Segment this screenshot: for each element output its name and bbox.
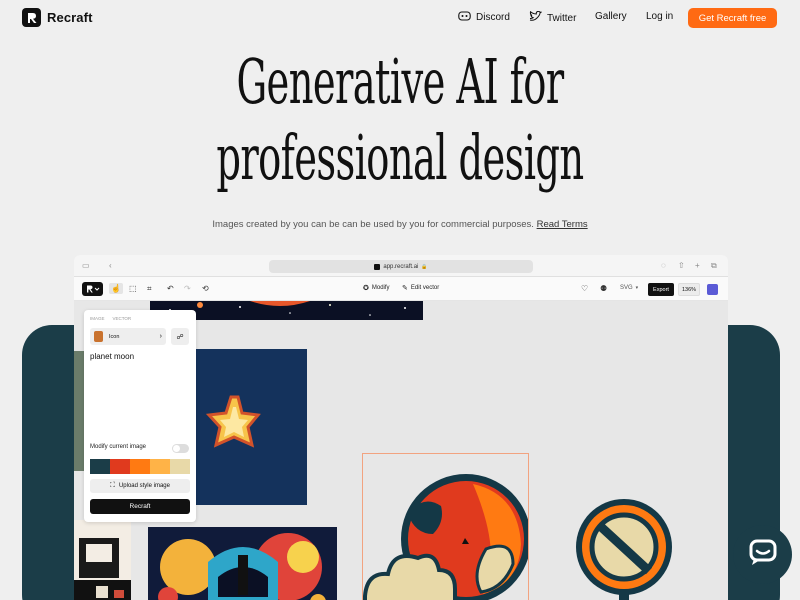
lock-icon: 🔒: [421, 263, 428, 270]
brand-name: Recraft: [47, 10, 93, 25]
get-recraft-free-button[interactable]: Get Recraft free: [688, 8, 777, 28]
nav-gallery-label: Gallery: [595, 11, 627, 22]
prohibited-sign-illustration[interactable]: [569, 495, 679, 600]
style-selector[interactable]: Icon ›: [90, 328, 166, 345]
browser-bar: ▭ ‹ app.recraft.ai 🔒 ◌ ⇧ + ⧉: [74, 255, 728, 277]
top-nav: Recraft Discord Twitter Gallery Log in G…: [0, 0, 800, 36]
palette-swatch[interactable]: [130, 459, 150, 474]
share-icon[interactable]: ⇧: [678, 261, 685, 271]
discord-icon: [458, 11, 471, 24]
tab-vector[interactable]: VECTOR: [113, 316, 132, 321]
edit-vector-label: Edit vector: [410, 285, 440, 291]
generation-panel: IMAGE VECTOR Icon › ☍ planet moon Modify…: [84, 310, 196, 522]
prompt-input[interactable]: planet moon: [90, 352, 134, 361]
redo-icon[interactable]: ↷: [184, 283, 191, 294]
format-value: SVG: [620, 285, 633, 291]
image-upload-icon: ⛶: [110, 482, 115, 489]
palette-swatch[interactable]: [90, 459, 110, 474]
nav-twitter-link[interactable]: Twitter: [529, 10, 577, 25]
modify-label: Modify: [371, 285, 390, 291]
undo-icon[interactable]: ↶: [167, 283, 174, 294]
chat-bubble-icon: [748, 538, 778, 571]
user-avatar[interactable]: [707, 284, 718, 295]
app-toolbar: ☝ ⬚ ⌗ ↶ ↷ ⟲ ✪ Modify ✎ Edit vector ♡ ⚉ S…: [74, 277, 728, 301]
nav-twitter-label: Twitter: [547, 12, 577, 24]
hero-subtitle-text: Images created by you can be can be used…: [212, 219, 534, 230]
palette-swatch[interactable]: [170, 459, 190, 474]
frame-tool-icon[interactable]: ⌗: [147, 283, 152, 294]
edit-vector-button[interactable]: ✎ Edit vector: [402, 283, 439, 294]
site-favicon-icon: [374, 263, 381, 270]
history-icon[interactable]: ⟲: [202, 283, 209, 294]
palette-swatch[interactable]: [150, 459, 170, 474]
chat-widget-button[interactable]: [733, 525, 792, 584]
modify-button[interactable]: ✪ Modify: [363, 283, 390, 294]
hero-title-line-2: professional design: [216, 121, 584, 194]
hero-title: Generative AI for professional design: [152, 44, 648, 196]
panel-tabs: IMAGE VECTOR: [90, 316, 131, 321]
planet-moon-illustration[interactable]: [362, 453, 529, 600]
url-text: app.recraft.ai: [383, 263, 419, 270]
sidebar-toggle-icon[interactable]: ▭: [82, 261, 90, 271]
color-palette[interactable]: [90, 459, 190, 474]
nav-gallery-link[interactable]: Gallery: [595, 11, 627, 22]
vector-pen-icon: ✎: [402, 285, 408, 292]
app-menu-button[interactable]: [82, 282, 103, 296]
chevron-down-icon: ▾: [635, 285, 639, 291]
nav-discord-link[interactable]: Discord: [458, 11, 510, 24]
upload-style-image-label: Upload style image: [118, 483, 170, 489]
recraft-logo-icon: [22, 8, 41, 27]
tabs-overview-icon[interactable]: ⧉: [711, 261, 717, 271]
cropped-thumbnail[interactable]: [74, 351, 84, 471]
extension-icon[interactable]: ◌: [661, 261, 666, 271]
new-tab-icon[interactable]: +: [695, 261, 700, 271]
read-terms-link[interactable]: Read Terms: [537, 219, 588, 230]
select-tool-icon[interactable]: ☝: [109, 283, 123, 294]
export-button[interactable]: Export: [648, 283, 674, 296]
background-remove-icon[interactable]: ⚉: [600, 283, 607, 294]
palette-swatch[interactable]: [110, 459, 130, 474]
app-preview-window: ▭ ‹ app.recraft.ai 🔒 ◌ ⇧ + ⧉ ☝ ⬚ ⌗ ↶ ↷ ⟲…: [74, 255, 728, 600]
brand-logo[interactable]: Recraft: [22, 8, 93, 27]
modify-current-image-label: Modify current image: [90, 444, 147, 450]
modify-icon: ✪: [363, 285, 369, 292]
tab-image[interactable]: IMAGE: [90, 316, 105, 321]
style-name: Icon: [109, 333, 120, 340]
hero-title-line-1: Generative AI for: [236, 45, 564, 118]
modify-current-image-toggle[interactable]: [172, 444, 189, 453]
nav-login-link[interactable]: Log in: [646, 11, 673, 22]
nav-login-label: Log in: [646, 11, 674, 22]
recraft-generate-button[interactable]: Recraft: [90, 499, 190, 514]
sliders-icon: ☍: [176, 333, 184, 341]
upload-style-image-button[interactable]: ⛶ Upload style image: [90, 479, 190, 493]
twitter-icon: [529, 10, 542, 25]
pixel-art-image[interactable]: [74, 520, 131, 600]
nav-discord-label: Discord: [476, 12, 510, 23]
colorful-robot-image[interactable]: [148, 527, 337, 600]
zoom-control[interactable]: 136%: [678, 283, 700, 296]
chevron-right-icon: ›: [159, 333, 162, 340]
favorite-icon[interactable]: ♡: [581, 283, 588, 294]
back-arrow-icon[interactable]: ‹: [109, 261, 112, 271]
style-settings-button[interactable]: ☍: [171, 328, 189, 345]
format-select[interactable]: SVG ▾: [620, 283, 638, 294]
style-thumbnail-icon: [94, 331, 103, 342]
lasso-tool-icon[interactable]: ⬚: [129, 283, 137, 294]
hero-subtitle: Images created by you can be can be used…: [0, 219, 800, 230]
url-bar[interactable]: app.recraft.ai 🔒: [269, 260, 533, 273]
